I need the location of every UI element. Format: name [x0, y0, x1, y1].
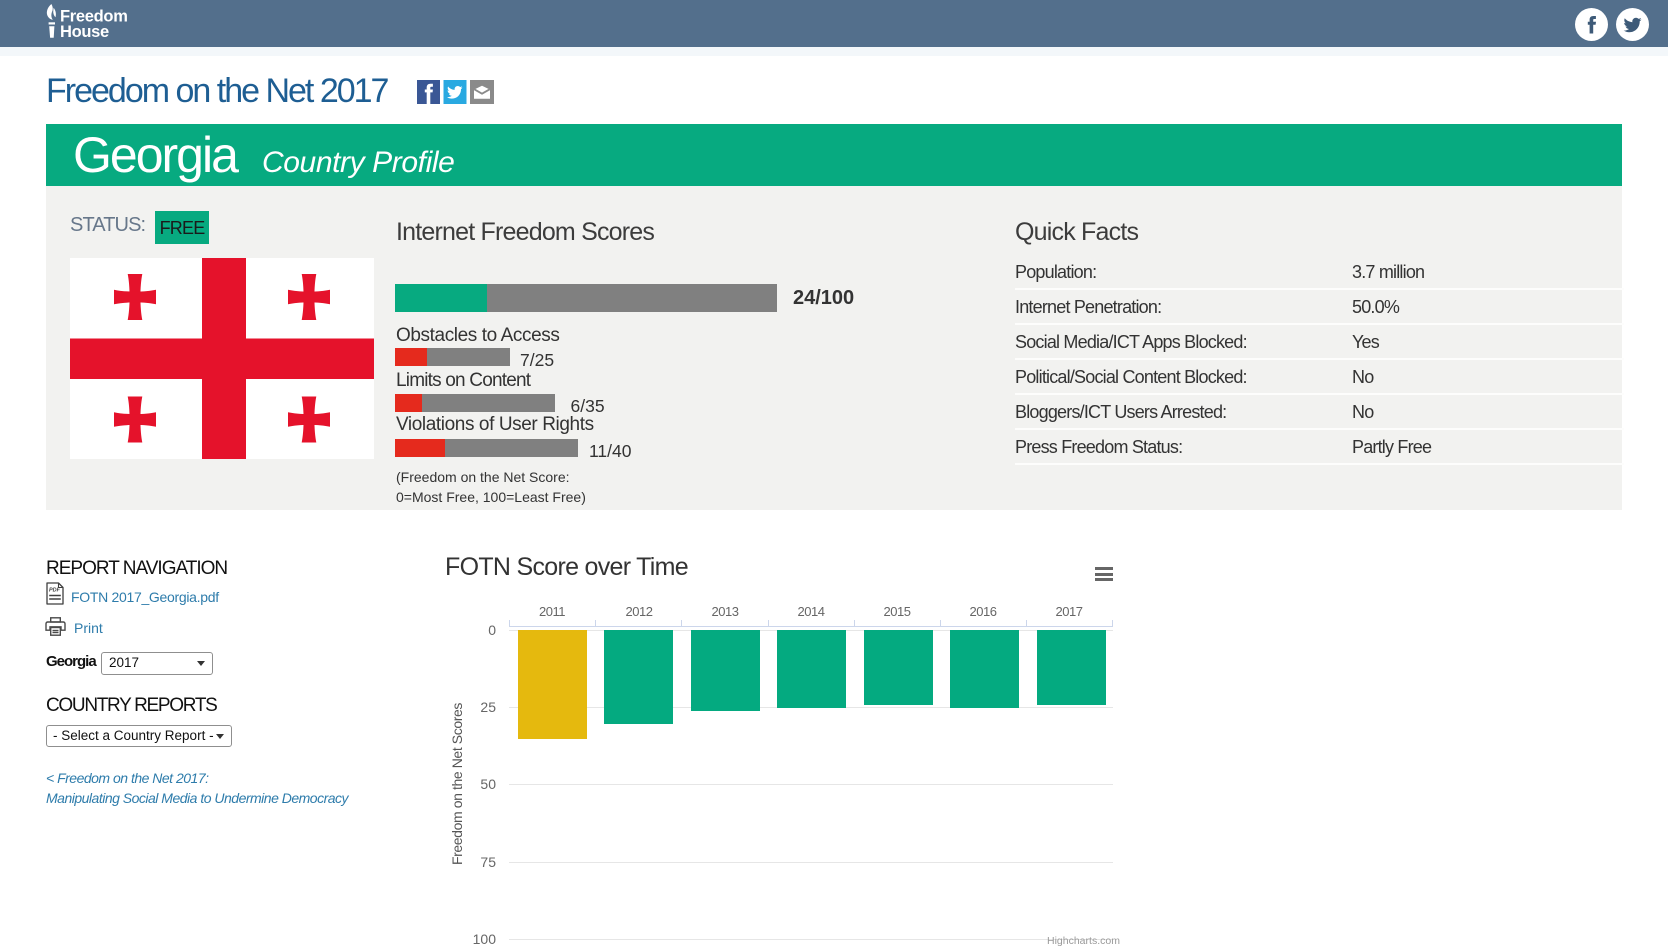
- svg-text:PDF: PDF: [49, 588, 61, 594]
- svg-text:House: House: [60, 23, 109, 41]
